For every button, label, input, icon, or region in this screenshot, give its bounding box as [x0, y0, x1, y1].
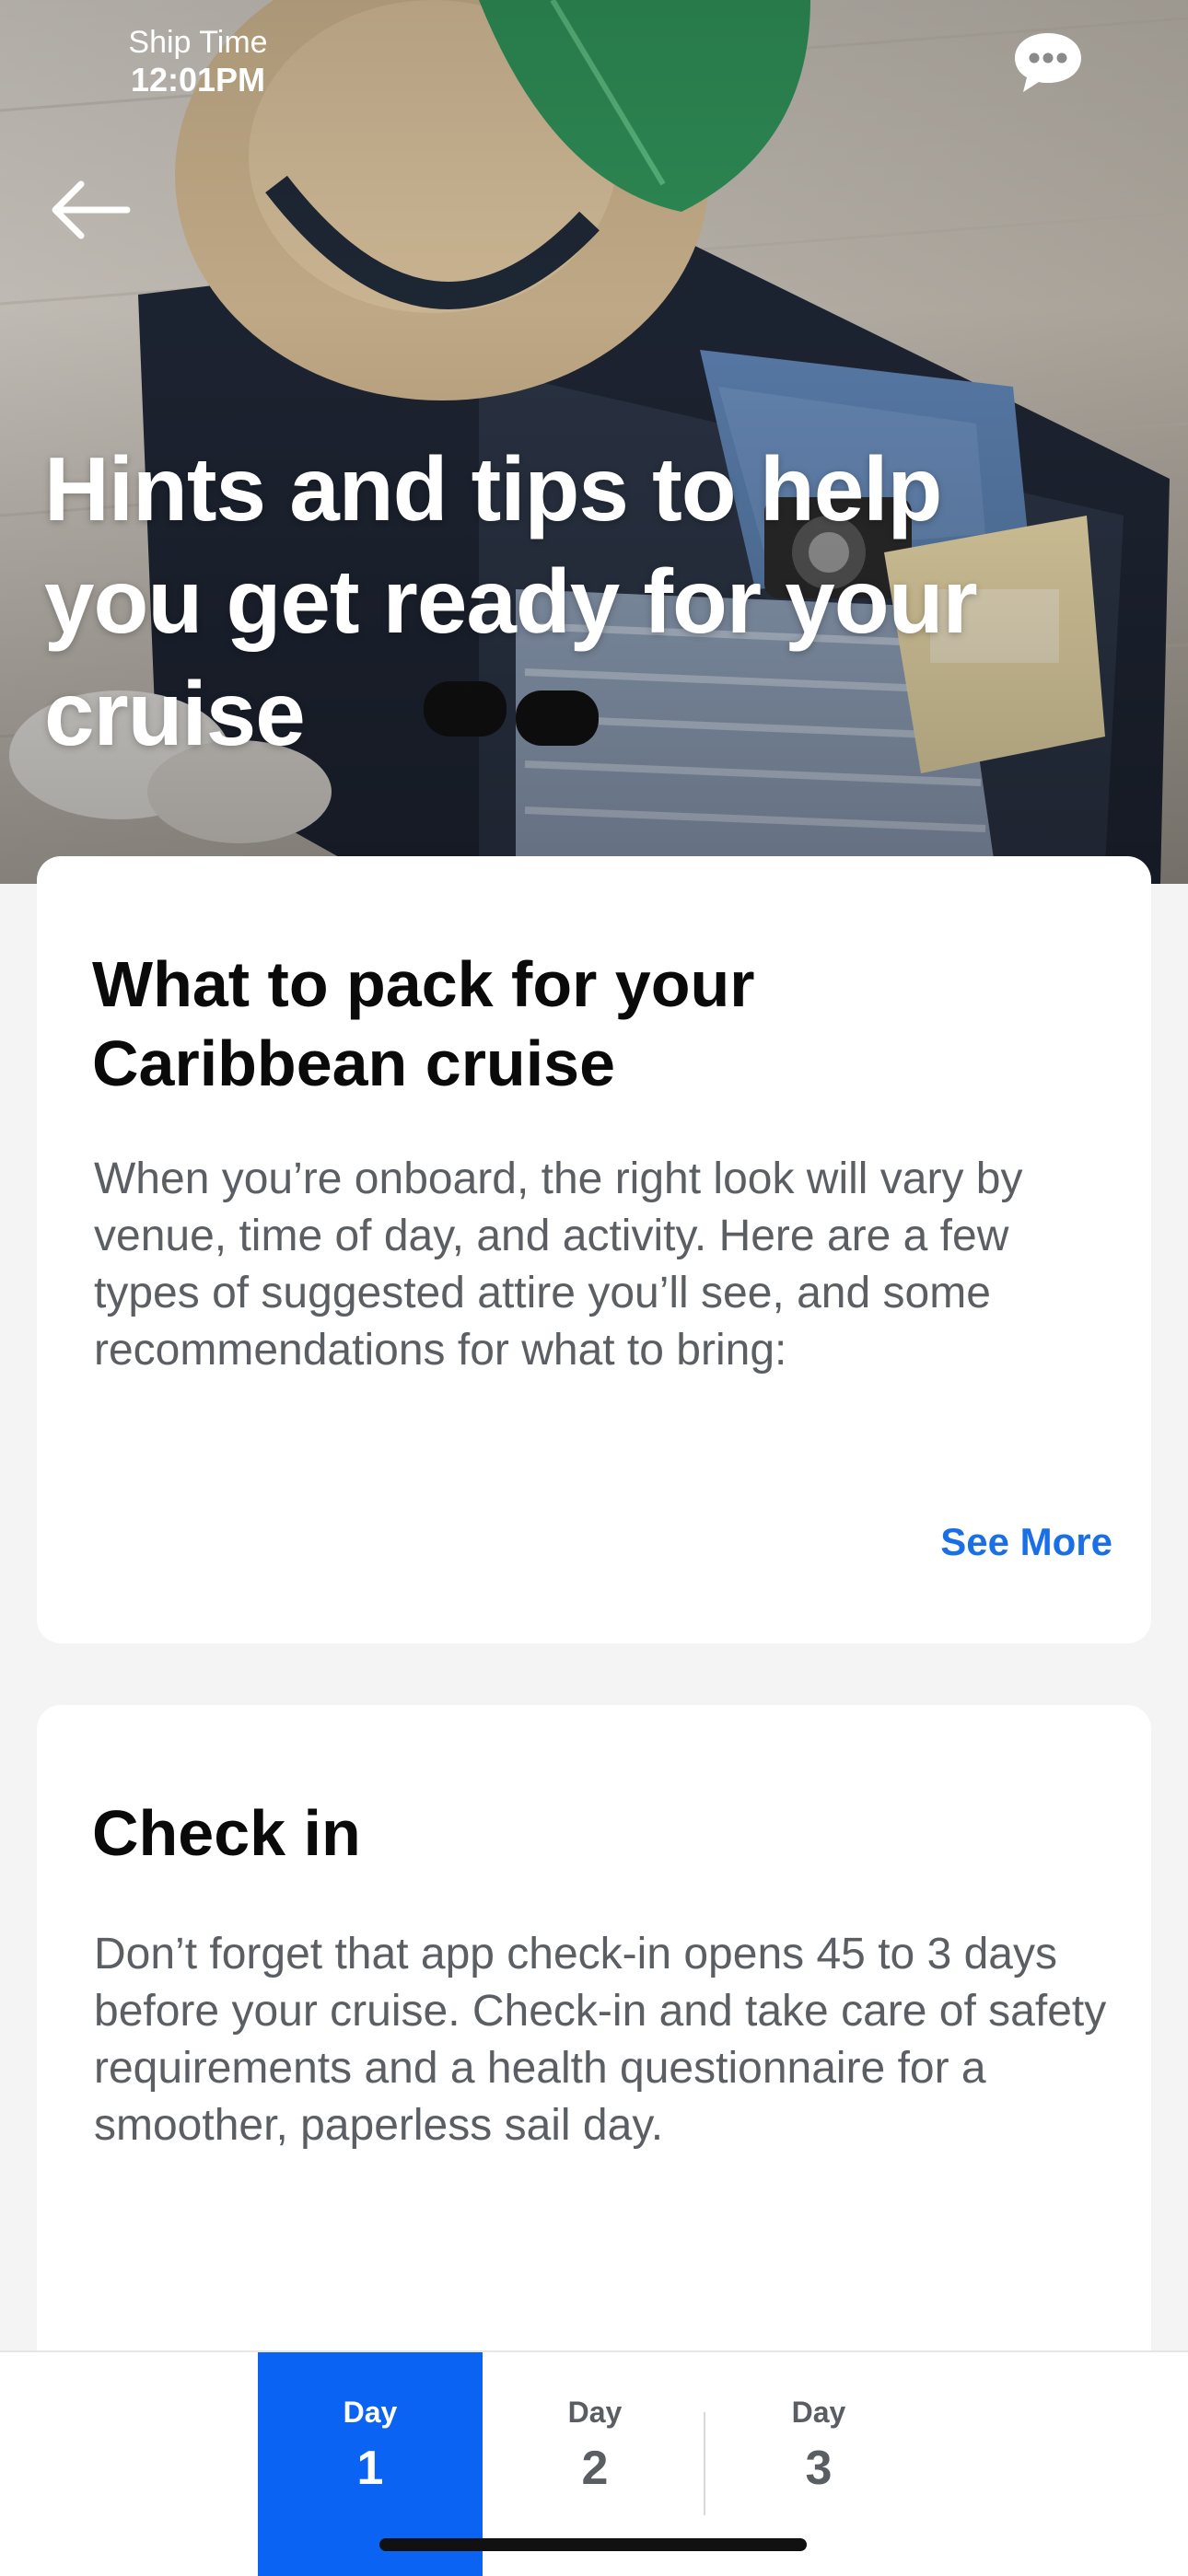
check-in-card-body: Don’t forget that app check-in opens 45 … [94, 1930, 1107, 2150]
back-arrow-icon [52, 180, 131, 239]
back-button[interactable] [48, 175, 134, 245]
ship-time: Ship Time 12:01PM [111, 24, 285, 99]
day-tab-number: 3 [805, 2442, 833, 2495]
hero-title: Hints and tips to help you get ready for… [44, 438, 978, 764]
ship-time-value: 12:01PM [130, 61, 266, 99]
packing-card-title: What to pack for your Caribbean cruise [92, 948, 755, 1099]
see-more-link[interactable]: See More [940, 1519, 1112, 1565]
home-indicator [379, 2538, 807, 2551]
check-in-card-title: Check in [92, 1797, 361, 1869]
check-in-card[interactable]: Check in Don’t forget that app check-in … [37, 1705, 1151, 2405]
hero-banner: Ship Time 12:01PM Hints and tips to help… [0, 0, 1188, 884]
tab-divider [704, 2412, 705, 2515]
day-tab-label: Day [791, 2396, 846, 2429]
packing-card-body: When you’re onboard, the right look will… [94, 1155, 1023, 1375]
chat-button[interactable] [1009, 28, 1087, 98]
day-tab-label: Day [343, 2396, 398, 2429]
day-tab-label: Day [567, 2396, 623, 2429]
day-tab-number: 1 [356, 2442, 384, 2495]
packing-card[interactable]: What to pack for your Caribbean cruise W… [37, 856, 1151, 1643]
chat-bubble-icon [1015, 33, 1081, 92]
day-tab-number: 2 [581, 2442, 609, 2495]
ship-time-label: Ship Time [128, 25, 268, 60]
